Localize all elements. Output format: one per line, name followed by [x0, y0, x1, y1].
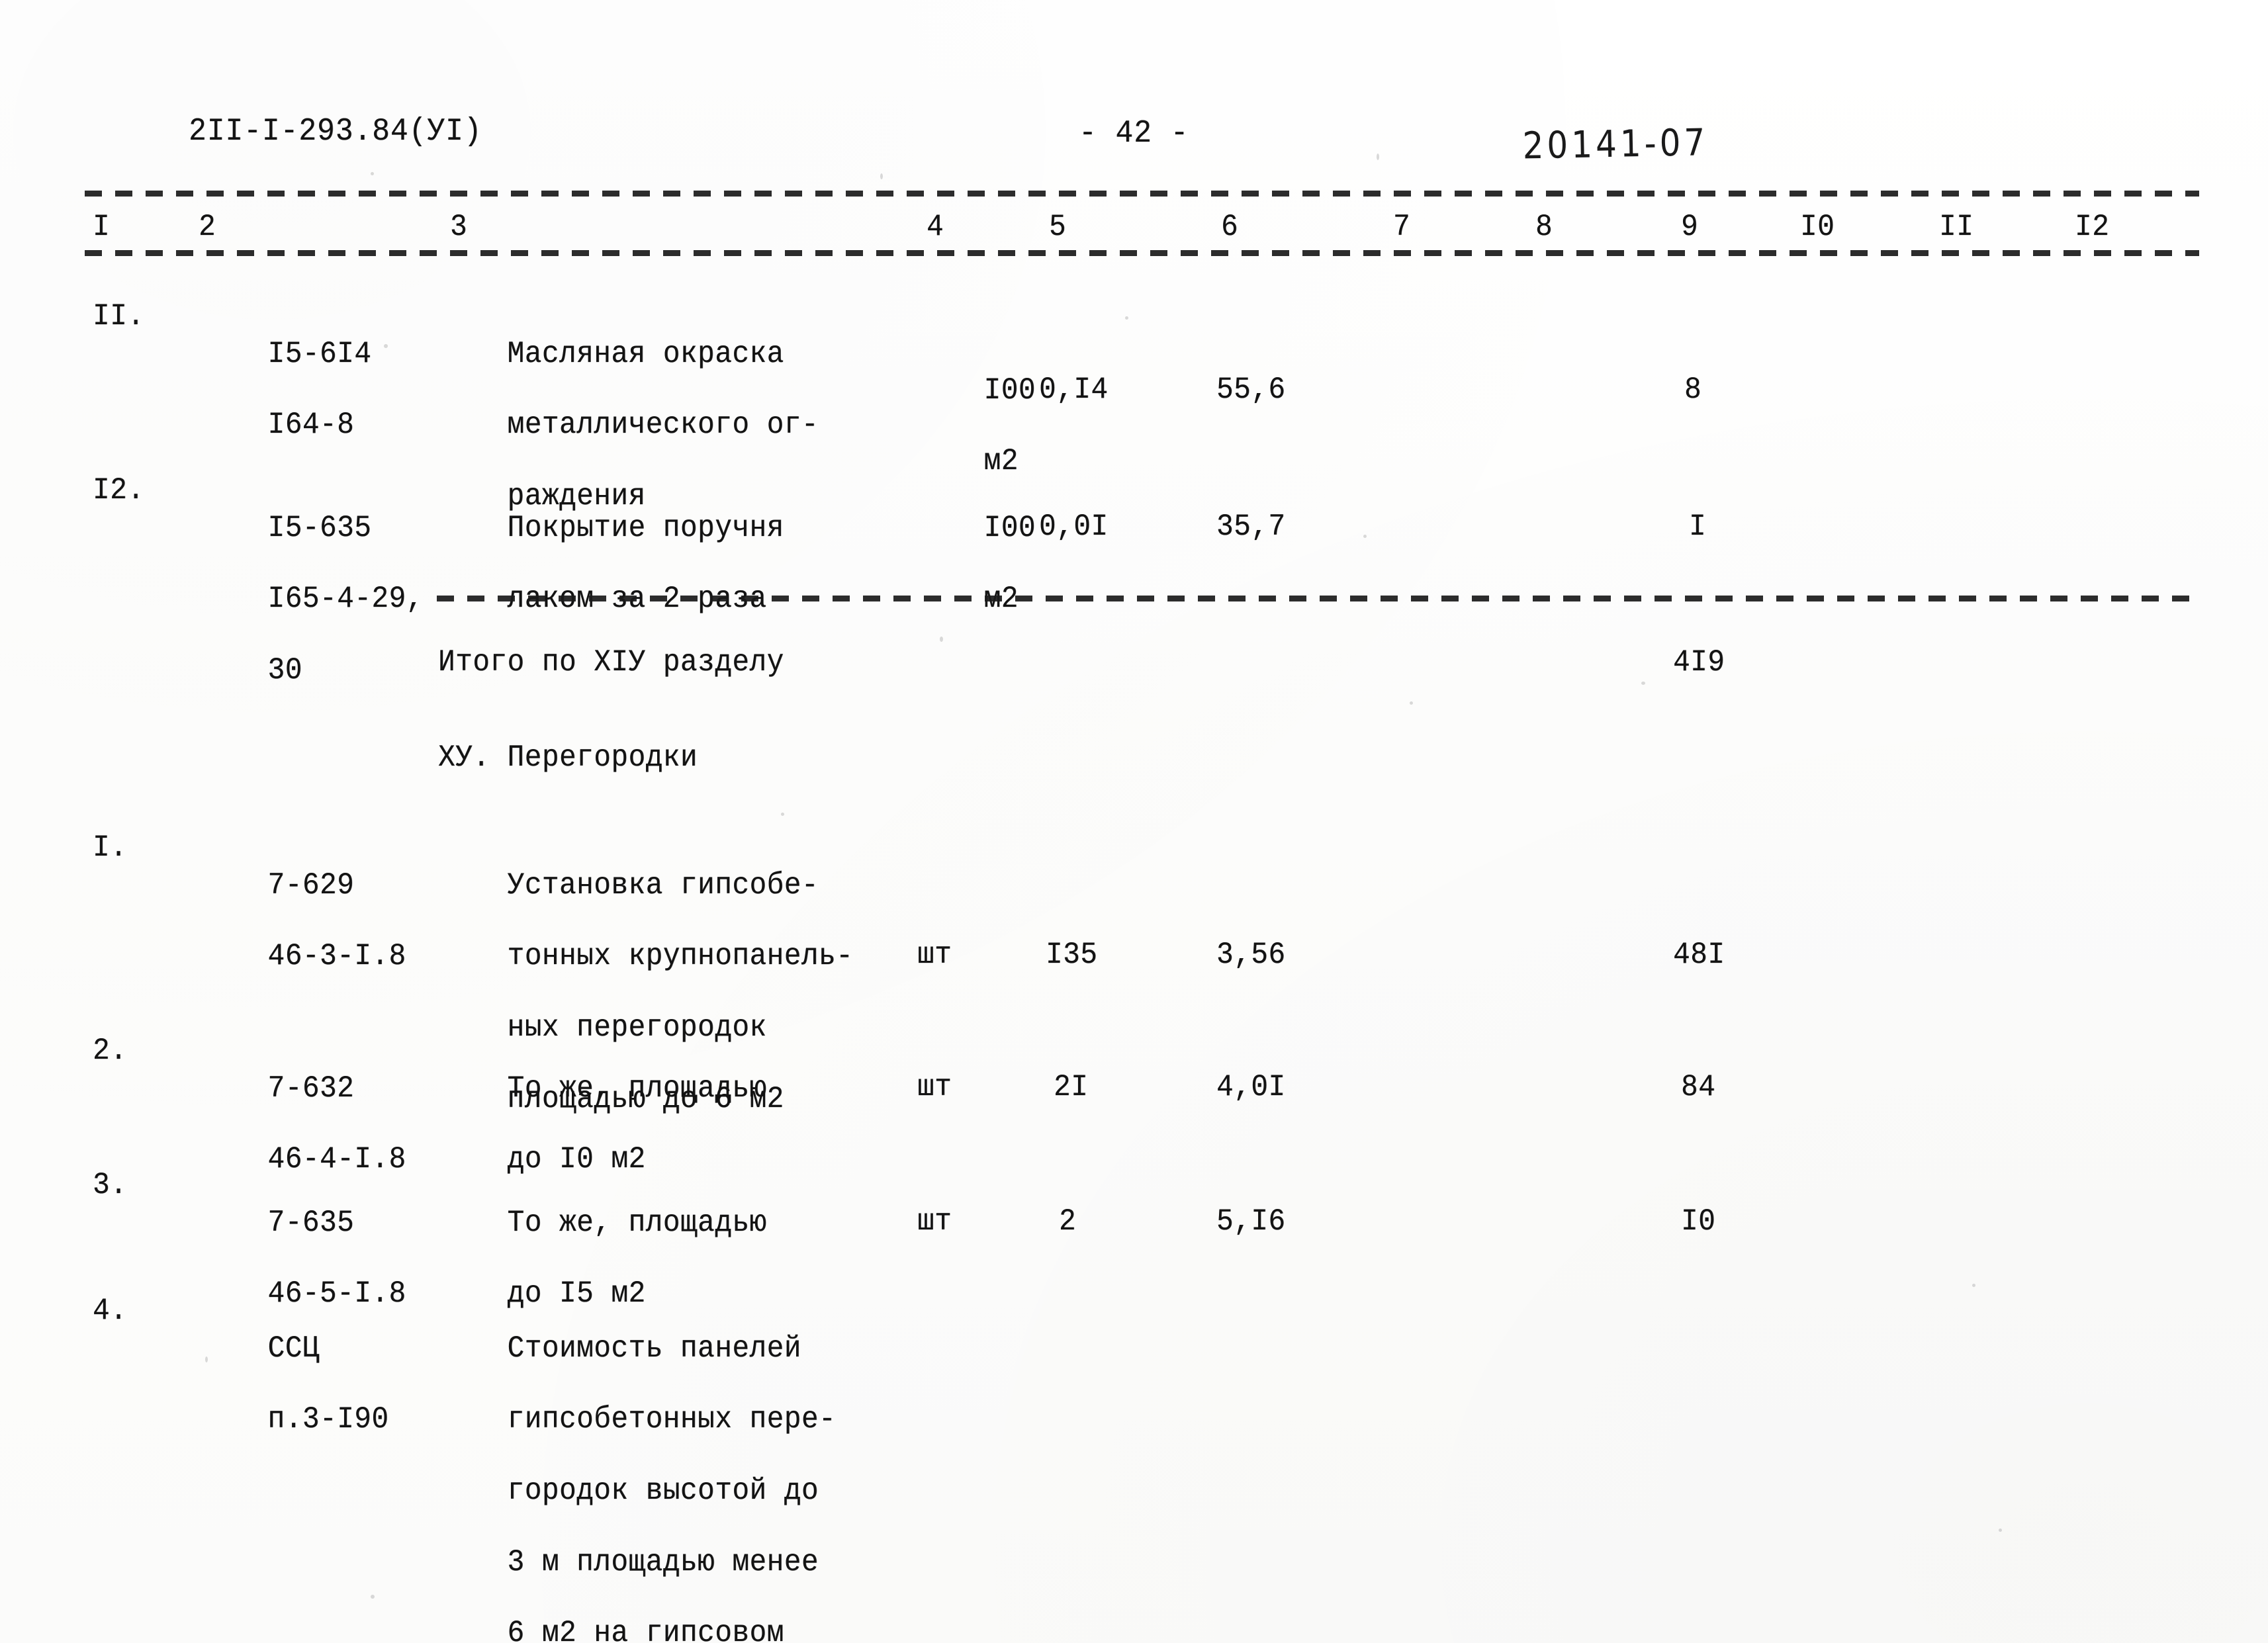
column-header-11: II	[1939, 210, 1974, 244]
table-row: I2.	[93, 473, 145, 508]
row-unit: шт	[917, 938, 952, 972]
scan-speck	[781, 813, 784, 816]
row-unit-line: I00	[983, 510, 1036, 545]
section-heading: ХУ. Перегородки	[438, 740, 698, 775]
column-header-2: 2	[199, 210, 216, 244]
row-description-line: 6 м2 на гипсовом	[507, 1616, 784, 1643]
column-header-10: I0	[1800, 210, 1835, 244]
row-col6: 4,0I	[1216, 1070, 1286, 1104]
column-header-6: 6	[1221, 210, 1239, 244]
row-description-line: тонных крупнопанель-	[507, 939, 854, 974]
scanned-page: 2II-I-293.84(УI) - 42 - 20141-07 I 2 3 4…	[0, 0, 2268, 1643]
row-description-line: То же, площадью	[507, 1205, 767, 1240]
table-rule-subtotal	[437, 596, 2200, 601]
table-rule-top	[85, 191, 2199, 197]
row-code: ССЦ п.3-I90	[199, 1296, 389, 1474]
row-unit-line: I00	[983, 373, 1036, 408]
column-header-7: 7	[1393, 210, 1411, 244]
row-unit: I00 м2	[915, 475, 1036, 653]
row-col5: I35	[1046, 938, 1098, 972]
row-code-line: 7-635	[267, 1205, 355, 1240]
table-rule-header-bottom	[85, 250, 2199, 256]
row-col5: 0,I4	[1039, 373, 1109, 407]
subtotal-col9: 4I9	[1673, 645, 1725, 680]
row-code-line: 7-629	[267, 867, 355, 903]
scan-speck	[1999, 1529, 2002, 1532]
row-code-line: I5-635	[267, 510, 372, 545]
row-col6: 35,7	[1216, 510, 1286, 544]
row-col9: I0	[1681, 1204, 1716, 1239]
row-col9: I	[1689, 510, 1707, 544]
row-code-line: 7-632	[267, 1071, 355, 1106]
stamp-number: 20141-07	[1522, 120, 1709, 167]
table-row: 3.	[93, 1168, 128, 1202]
column-header-1: I	[93, 210, 111, 244]
row-code: 7-629 46-3-I.8	[199, 832, 406, 1010]
row-col5: 2	[1059, 1204, 1077, 1239]
column-header-9: 9	[1681, 210, 1699, 244]
page-marker: - 42 -	[1079, 116, 1189, 152]
row-description-line: гипсобетонных пере-	[507, 1402, 837, 1437]
scan-speck	[1972, 1284, 1975, 1287]
row-col5: 0,0I	[1039, 510, 1109, 544]
scan-speck	[1641, 682, 1645, 685]
row-code-line: I65-4-29,	[267, 582, 424, 617]
row-code: I5-635 I65-4-29, 30	[199, 475, 424, 725]
column-header-3: 3	[450, 210, 468, 244]
scan-speck	[940, 637, 943, 642]
row-col6: 3,56	[1216, 938, 1286, 972]
row-col6: 55,6	[1216, 373, 1286, 407]
scan-speck	[371, 1595, 375, 1599]
scan-speck	[1363, 535, 1367, 538]
scan-speck	[1125, 316, 1128, 320]
column-header-4: 4	[927, 210, 944, 244]
scan-speck	[205, 1356, 208, 1362]
row-description-line: Стоимость панелей	[507, 1331, 801, 1366]
row-description: Стоимость панелей гипсобетонных пере- го…	[438, 1296, 836, 1643]
row-col9: 84	[1681, 1070, 1716, 1104]
row-description-line: 3 м площадью менее	[507, 1544, 819, 1579]
table-row: II.	[93, 299, 145, 333]
subtotal-label: Итого по ХIУ разделу	[438, 645, 784, 680]
row-unit-line: м2	[983, 444, 1019, 479]
row-description-line: металлического ог-	[507, 408, 819, 443]
table-row: 4.	[93, 1294, 128, 1328]
row-col6: 5,I6	[1216, 1204, 1286, 1239]
table-row: I.	[93, 830, 128, 865]
row-code-line: I64-8	[267, 408, 355, 443]
row-description: Покрытие поручня лаком за 2 раза	[438, 475, 784, 653]
scan-speck	[880, 173, 883, 179]
row-code-line: ССЦ	[267, 1331, 320, 1366]
table-row: 2.	[93, 1034, 128, 1068]
row-code: I5-6I4 I64-8	[199, 301, 371, 479]
row-description-line: Установка гипсобе-	[507, 867, 819, 903]
document-code: 2II-I-293.84(УI)	[189, 114, 482, 150]
row-unit: шт	[917, 1204, 952, 1239]
column-header-8: 8	[1535, 210, 1553, 244]
column-header-12: I2	[2075, 210, 2110, 244]
scan-speck	[384, 344, 388, 348]
row-code-line: I5-6I4	[267, 336, 372, 371]
scan-speck	[1377, 154, 1379, 160]
row-description-line: Покрытие поручня	[507, 510, 784, 545]
row-description-line: Масляная окраска	[507, 336, 784, 371]
row-col9: 48I	[1673, 938, 1725, 972]
row-description-line: городок высотой до	[507, 1474, 819, 1509]
row-col9: 8	[1684, 373, 1702, 407]
scan-speck	[371, 172, 374, 175]
column-header-5: 5	[1049, 210, 1067, 244]
row-code-line: п.3-I90	[267, 1402, 389, 1437]
row-unit: шт	[917, 1070, 952, 1104]
row-code-line: 30	[267, 653, 302, 688]
row-code-line: 46-3-I.8	[267, 939, 406, 974]
row-col5: 2I	[1054, 1070, 1089, 1104]
scan-speck	[1410, 701, 1413, 705]
row-description-line: То же, площадью	[507, 1071, 767, 1106]
